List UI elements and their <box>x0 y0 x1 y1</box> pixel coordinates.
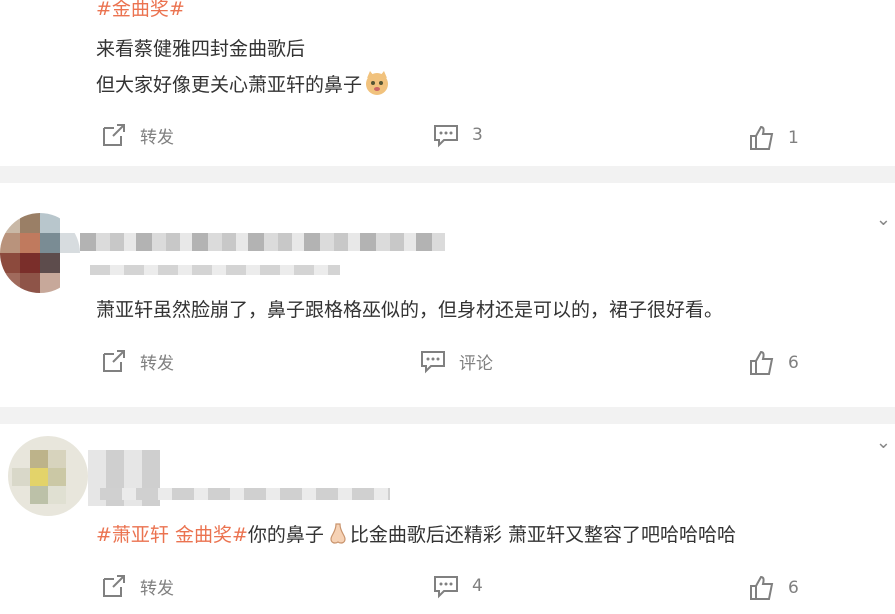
repost-icon <box>103 575 125 597</box>
thumbs-up-icon <box>750 125 774 150</box>
repost-icon <box>103 350 125 372</box>
post-separator <box>0 166 895 183</box>
cat-face-emoji-icon <box>364 70 390 101</box>
comment-button[interactable]: 评论 <box>419 347 493 375</box>
meta-blurred <box>90 265 340 275</box>
comment-icon <box>434 125 458 148</box>
repost-button[interactable]: 转发 <box>100 572 174 600</box>
thumbs-up-icon <box>750 575 774 600</box>
post-text-line-2: 但大家好像更关心萧亚轩的鼻子 <box>96 70 390 101</box>
comment-icon <box>421 351 445 374</box>
avatar[interactable] <box>0 213 80 293</box>
like-button[interactable]: 6 <box>748 574 799 602</box>
repost-icon <box>103 124 125 146</box>
like-button[interactable]: 1 <box>748 124 799 152</box>
chevron-down-icon[interactable]: ⌄ <box>876 209 891 230</box>
repost-label: 转发 <box>140 353 174 374</box>
post-text-line-1: 来看蔡健雅四封金曲歌后 <box>96 38 306 60</box>
username-blurred[interactable] <box>80 233 445 251</box>
repost-label: 转发 <box>140 578 174 599</box>
post-card-1: #金曲奖# 来看蔡健雅四封金曲歌后 但大家好像更关心萧亚轩的鼻子 转发 3 1 <box>0 0 895 166</box>
like-count: 1 <box>788 128 799 148</box>
repost-label: 转发 <box>140 127 174 148</box>
comment-icon <box>434 576 458 599</box>
comment-button[interactable]: 4 <box>432 572 483 600</box>
nose-emoji-icon <box>326 522 350 551</box>
thumbs-up-icon <box>750 350 774 375</box>
post-card-2: ⌄ 萧亚轩虽然脸崩了，鼻子跟格格巫似的，但身材还是可以的，裙子很好看。 转发 评… <box>0 183 895 407</box>
hashtag-link[interactable]: #金曲奖# <box>96 0 185 21</box>
like-button[interactable]: 6 <box>748 349 799 377</box>
repost-button[interactable]: 转发 <box>100 347 174 375</box>
like-count: 6 <box>788 578 799 598</box>
comment-count: 3 <box>472 125 483 145</box>
like-count: 6 <box>788 353 799 373</box>
post-card-3: ⌄ #萧亚轩 金曲奖#你的鼻子 比金曲歌后还精彩 萧亚轩又整容了吧哈哈哈哈 转发… <box>0 424 895 614</box>
avatar[interactable] <box>8 436 88 516</box>
comment-label: 评论 <box>459 353 493 374</box>
chevron-down-icon[interactable]: ⌄ <box>876 432 891 453</box>
comment-count: 4 <box>472 576 483 596</box>
hashtag-link[interactable]: #萧亚轩 金曲奖# <box>96 524 248 546</box>
post-separator <box>0 407 895 424</box>
comment-button[interactable]: 3 <box>432 121 483 149</box>
meta-blurred <box>100 488 390 500</box>
comment-text: #萧亚轩 金曲奖#你的鼻子 比金曲歌后还精彩 萧亚轩又整容了吧哈哈哈哈 <box>96 520 736 551</box>
repost-button[interactable]: 转发 <box>100 121 174 149</box>
comment-text: 萧亚轩虽然脸崩了，鼻子跟格格巫似的，但身材还是可以的，裙子很好看。 <box>96 299 724 321</box>
